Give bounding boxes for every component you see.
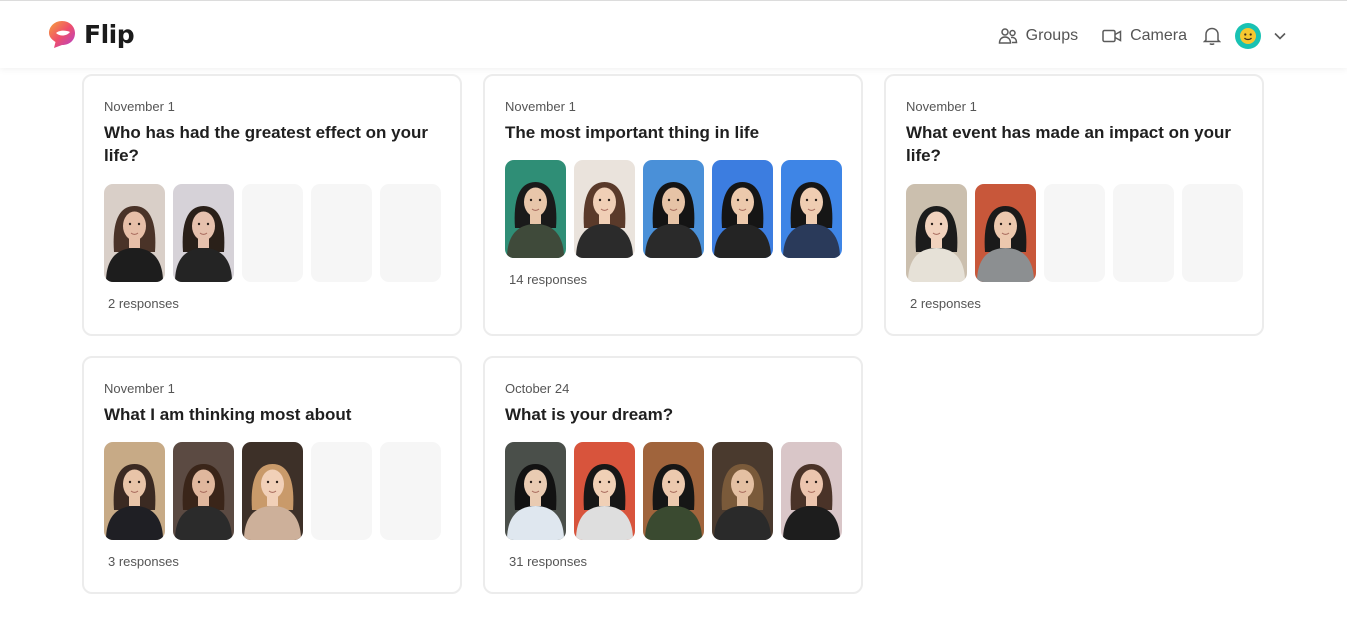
- empty-response-slot: [380, 184, 441, 282]
- topic-title: Who has had the greatest effect on your …: [104, 123, 428, 165]
- avatar[interactable]: [1235, 23, 1261, 49]
- top-bar: Flip Groups Camera: [0, 0, 1347, 68]
- empty-response-slot: [1182, 184, 1243, 282]
- empty-response-slot: [1113, 184, 1174, 282]
- groups-label: Groups: [1025, 27, 1079, 44]
- response-video-thumbnail[interactable]: [505, 442, 566, 540]
- smiley-avatar-icon: [1240, 28, 1256, 44]
- empty-response-slot: [311, 184, 372, 282]
- topic-card[interactable]: November 1 What I am thinking most about…: [82, 356, 462, 594]
- response-video-thumbnail[interactable]: [643, 160, 704, 258]
- response-video-thumbnail[interactable]: [173, 442, 234, 540]
- response-count: 2 responses: [910, 296, 981, 311]
- response-thumbnails: [505, 442, 842, 540]
- camera-link[interactable]: Camera: [1102, 27, 1187, 45]
- topic-card[interactable]: November 1 The most important thing in l…: [483, 74, 863, 336]
- empty-response-slot: [380, 442, 441, 540]
- response-video-thumbnail[interactable]: [906, 184, 967, 282]
- topic-date: October 24: [505, 381, 570, 396]
- topic-date: November 1: [505, 99, 576, 114]
- topic-card[interactable]: October 24 What is your dream? 31 respon…: [483, 356, 863, 594]
- response-thumbnails: [505, 160, 842, 258]
- topic-title: What event has made an impact on your li…: [906, 123, 1231, 165]
- response-video-thumbnail[interactable]: [975, 184, 1036, 282]
- response-thumbnails: [104, 442, 441, 540]
- groups-link[interactable]: Groups: [998, 27, 1078, 45]
- response-video-thumbnail[interactable]: [643, 442, 704, 540]
- flip-logo-icon: [49, 21, 75, 48]
- groups-icon: [998, 28, 1017, 44]
- topic-date: November 1: [906, 99, 977, 114]
- account-menu[interactable]: [1235, 23, 1287, 49]
- topic-card[interactable]: November 1 Who has had the greatest effe…: [82, 74, 462, 336]
- empty-response-slot: [1044, 184, 1105, 282]
- response-video-thumbnail[interactable]: [505, 160, 566, 258]
- response-thumbnails: [906, 184, 1243, 282]
- response-video-thumbnail[interactable]: [574, 160, 635, 258]
- response-video-thumbnail[interactable]: [104, 184, 165, 282]
- response-count: 14 responses: [509, 272, 588, 287]
- response-video-thumbnail[interactable]: [781, 442, 842, 540]
- app-name: Flip: [84, 19, 135, 49]
- response-count: 2 responses: [108, 296, 179, 311]
- camera-label: Camera: [1130, 27, 1187, 44]
- topic-title: What is your dream?: [505, 405, 674, 424]
- response-video-thumbnail[interactable]: [242, 442, 303, 540]
- response-count: 3 responses: [108, 554, 179, 569]
- notifications-button[interactable]: [1203, 26, 1221, 46]
- chevron-down-icon: [1274, 32, 1286, 40]
- topic-date: November 1: [104, 99, 175, 114]
- response-count: 31 responses: [509, 554, 588, 569]
- response-video-thumbnail[interactable]: [173, 184, 234, 282]
- topic-title: What I am thinking most about: [104, 405, 352, 424]
- response-video-thumbnail[interactable]: [104, 442, 165, 540]
- topic-date: November 1: [104, 381, 175, 396]
- camera-icon: [1102, 29, 1122, 43]
- response-video-thumbnail[interactable]: [712, 160, 773, 258]
- empty-response-slot: [311, 442, 372, 540]
- top-nav: Groups Camera: [998, 21, 1287, 51]
- response-video-thumbnail[interactable]: [781, 160, 842, 258]
- response-video-thumbnail[interactable]: [712, 442, 773, 540]
- bell-icon: [1203, 27, 1221, 45]
- topic-card[interactable]: November 1 What event has made an impact…: [884, 74, 1264, 336]
- response-video-thumbnail[interactable]: [574, 442, 635, 540]
- response-thumbnails: [104, 184, 441, 282]
- empty-response-slot: [242, 184, 303, 282]
- topic-title: The most important thing in life: [505, 123, 760, 142]
- flip-logo[interactable]: Flip: [48, 19, 135, 49]
